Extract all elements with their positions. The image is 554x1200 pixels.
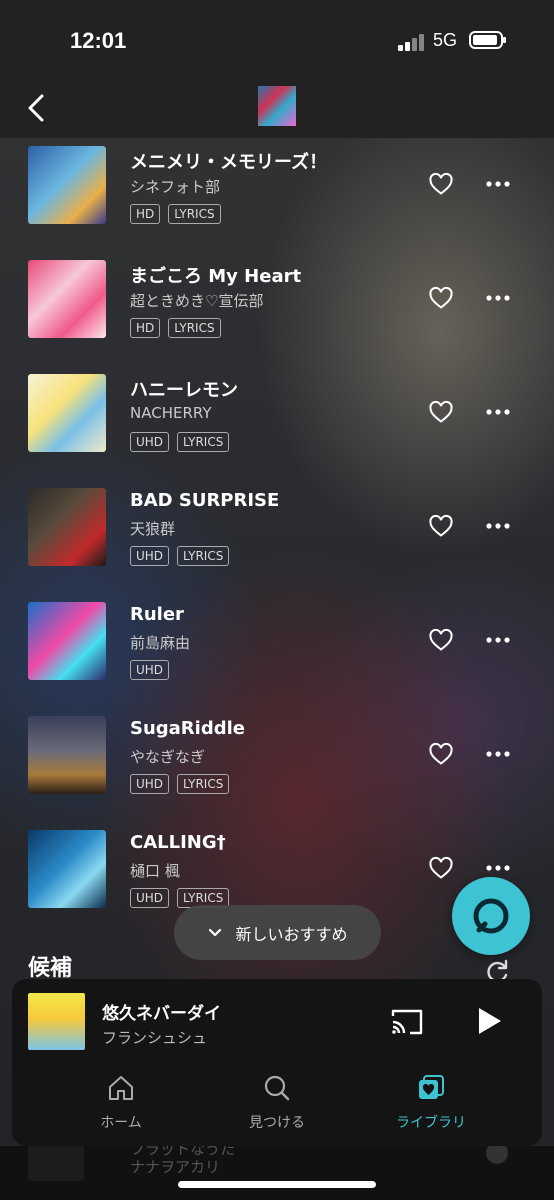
track-artwork bbox=[28, 146, 106, 224]
track-title: SugaRiddle bbox=[130, 718, 245, 739]
status-bar: 12:01 5G bbox=[0, 0, 554, 80]
favorite-heart-icon[interactable] bbox=[428, 400, 454, 424]
favorite-heart-icon[interactable] bbox=[428, 742, 454, 766]
header bbox=[0, 80, 554, 138]
now-playing-title: 悠久ネバーダイ bbox=[102, 1004, 221, 1024]
track-artist: 天狼群 bbox=[130, 520, 176, 538]
quality-badge: LYRICS bbox=[177, 546, 230, 566]
quality-badge: LYRICS bbox=[177, 774, 230, 794]
network-label: 5G bbox=[433, 30, 458, 50]
more-options-icon[interactable] bbox=[484, 516, 512, 536]
chevron-down-icon bbox=[209, 928, 222, 936]
status-time: 12:01 bbox=[70, 28, 127, 53]
track-row[interactable]: Ruler 前島麻由 UHD bbox=[0, 594, 554, 708]
new-recommendations-label: 新しいおすすめ bbox=[235, 924, 348, 944]
track-title: Ruler bbox=[130, 604, 184, 625]
track-artwork bbox=[28, 374, 106, 452]
track-tags: UHD LYRICS bbox=[130, 774, 230, 794]
quality-badge: UHD bbox=[130, 774, 170, 794]
battery-icon bbox=[469, 31, 506, 49]
favorite-heart-icon[interactable] bbox=[428, 172, 454, 196]
quality-badge: LYRICS bbox=[177, 432, 230, 452]
quality-badge: UHD bbox=[130, 888, 170, 908]
now-playing-artwork bbox=[28, 993, 85, 1050]
section-title: 候補 bbox=[28, 956, 73, 981]
track-row[interactable]: メニメリ・メモリーズ！ シネフォト部 HD LYRICS bbox=[0, 138, 554, 252]
track-tags: UHD bbox=[130, 660, 170, 680]
now-playing-artist: フランシュシュ bbox=[102, 1029, 208, 1047]
playlist-artwork bbox=[258, 86, 296, 126]
quality-badge: HD bbox=[130, 318, 161, 338]
new-recommendations-button[interactable]: 新しいおすすめ bbox=[174, 905, 381, 960]
tab-home-label: ホーム bbox=[100, 1115, 142, 1131]
track-title: CALLING† bbox=[130, 832, 226, 853]
track-row[interactable]: BAD SURPRISE 天狼群 UHD LYRICS bbox=[0, 480, 554, 594]
quality-badge: HD bbox=[130, 204, 161, 224]
bottom-tab-bar: ホーム 見つける ライブラリ bbox=[12, 1074, 542, 1134]
tab-home[interactable]: ホーム bbox=[56, 1074, 186, 1132]
more-options-icon[interactable] bbox=[484, 630, 512, 650]
track-artist: NACHERRY bbox=[130, 404, 212, 422]
track-artist: やなぎなぎ bbox=[130, 748, 206, 766]
home-icon bbox=[109, 1076, 133, 1100]
track-artist: 前島麻由 bbox=[130, 634, 191, 652]
next-list-item[interactable]: フラットなうた ナナヲアカリ bbox=[0, 1140, 554, 1200]
track-title: メニメリ・メモリーズ！ bbox=[130, 152, 328, 173]
track-title: ハニーレモン bbox=[130, 380, 238, 401]
signal-icon bbox=[398, 33, 426, 51]
track-row[interactable]: まごころ My Heart 超ときめき♡宣伝部 HD LYRICS bbox=[0, 252, 554, 366]
cast-icon[interactable] bbox=[390, 1007, 424, 1037]
favorite-heart-icon[interactable] bbox=[428, 856, 454, 880]
library-icon bbox=[419, 1075, 444, 1099]
alexa-icon bbox=[473, 898, 509, 934]
more-options-icon[interactable] bbox=[484, 858, 512, 878]
track-tags: UHD LYRICS bbox=[130, 546, 230, 566]
quality-badge: UHD bbox=[130, 660, 170, 680]
track-artwork bbox=[28, 602, 106, 680]
more-options-icon[interactable] bbox=[484, 402, 512, 422]
tab-library-label: ライブラリ bbox=[396, 1115, 466, 1131]
tab-discover-label: 見つける bbox=[249, 1115, 305, 1131]
search-icon bbox=[264, 1075, 290, 1101]
alexa-button[interactable] bbox=[452, 877, 530, 955]
quality-badge: LYRICS bbox=[168, 204, 221, 224]
track-row[interactable]: ハニーレモン NACHERRY UHD LYRICS bbox=[0, 366, 554, 480]
track-artwork bbox=[28, 488, 106, 566]
play-icon[interactable] bbox=[474, 1005, 504, 1037]
quality-badge: LYRICS bbox=[168, 318, 221, 338]
track-title: BAD SURPRISE bbox=[130, 490, 280, 511]
track-title: まごころ My Heart bbox=[130, 266, 302, 287]
track-artwork bbox=[28, 260, 106, 338]
quality-badge: UHD bbox=[130, 432, 170, 452]
track-artwork bbox=[28, 716, 106, 794]
more-options-icon[interactable] bbox=[484, 174, 512, 194]
track-tags: HD LYRICS bbox=[130, 204, 221, 224]
quality-badge: UHD bbox=[130, 546, 170, 566]
tab-library[interactable]: ライブラリ bbox=[366, 1074, 496, 1132]
track-artist: 樋口 楓 bbox=[130, 862, 180, 880]
home-indicator bbox=[178, 1181, 376, 1188]
back-chevron-icon[interactable] bbox=[20, 90, 56, 126]
favorite-heart-icon[interactable] bbox=[428, 628, 454, 652]
track-artist: シネフォト部 bbox=[130, 178, 221, 196]
favorite-heart-icon[interactable] bbox=[428, 286, 454, 310]
next-item-artist: ナナヲアカリ bbox=[130, 1158, 221, 1176]
mini-player[interactable]: 悠久ネバーダイ フランシュシュ ホーム 見つける ライブラリ bbox=[12, 979, 542, 1146]
track-tags: HD LYRICS bbox=[130, 318, 221, 338]
more-options-icon[interactable] bbox=[484, 744, 512, 764]
track-artwork bbox=[28, 830, 106, 908]
track-artist: 超ときめき♡宣伝部 bbox=[130, 292, 264, 310]
track-tags: UHD LYRICS bbox=[130, 432, 230, 452]
track-row[interactable]: SugaRiddle やなぎなぎ UHD LYRICS bbox=[0, 708, 554, 822]
favorite-heart-icon[interactable] bbox=[428, 514, 454, 538]
tab-discover[interactable]: 見つける bbox=[212, 1074, 342, 1132]
more-options-icon[interactable] bbox=[484, 288, 512, 308]
next-item-artwork bbox=[28, 1141, 84, 1181]
